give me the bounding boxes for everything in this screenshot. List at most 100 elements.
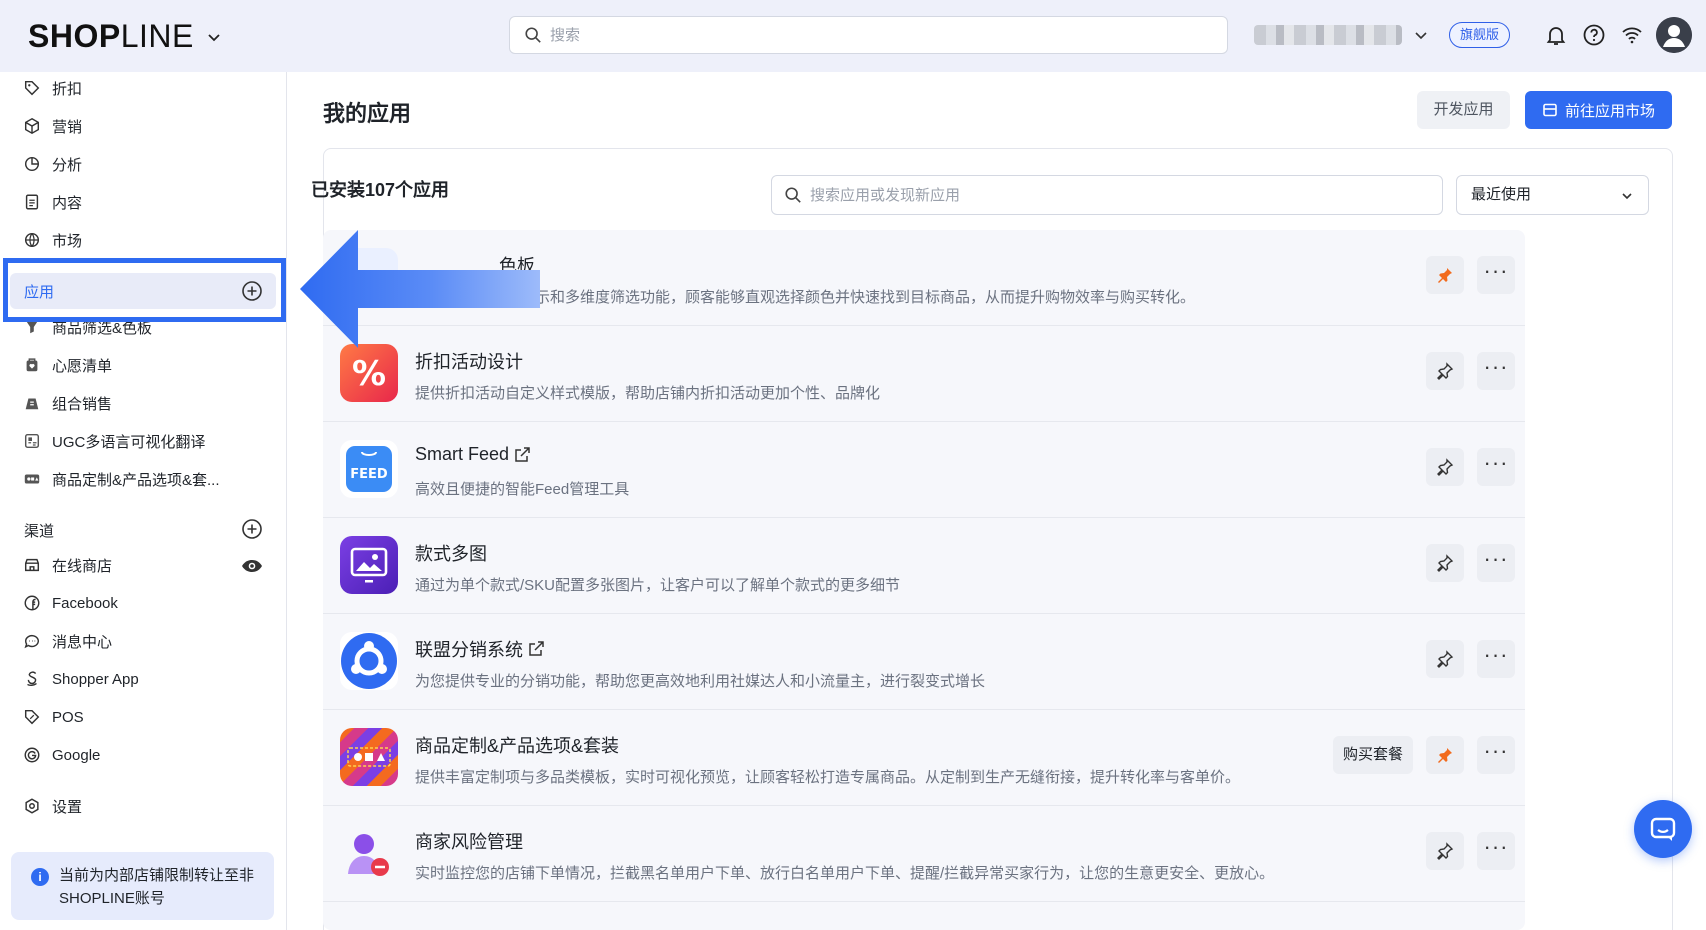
sidebar-item-marketing[interactable]: 营销 (22, 110, 82, 142)
cube-icon (22, 116, 42, 136)
plan-badge: 旗舰版 (1449, 22, 1511, 48)
sidebar-item-label: Shopper App (52, 670, 139, 688)
annotation-arrow-icon (300, 230, 540, 348)
store-icon (22, 555, 42, 575)
store-chevron-down-icon[interactable] (1413, 27, 1429, 43)
sidebar-item-label: 商品定制&产品选项&套... (52, 471, 220, 489)
pin-outline-icon (1437, 362, 1454, 380)
sidebar-item-label: Google (52, 746, 101, 764)
globe-icon (22, 230, 42, 250)
store-name-blurred[interactable] (1254, 25, 1402, 45)
notice-text: 当前为内部店铺限制转让至非SHOPLINE账号 (59, 867, 255, 907)
pin-button[interactable] (1426, 736, 1464, 774)
app-desc: 提供折扣活动自定义样式模版，帮助店铺内折扣活动更加个性、品牌化 (415, 385, 881, 402)
app-desc: 实时监控您的店铺下单情况，拦截黑名单用户下单、放行白名单用户下单、提醒/拦截异常… (415, 865, 1275, 882)
wifi-icon[interactable] (1620, 23, 1644, 47)
go-to-app-market-button[interactable]: 前往应用市场 (1525, 91, 1672, 129)
sidebar-item-analytics[interactable]: 分析 (22, 148, 82, 180)
user-avatar[interactable] (1656, 17, 1692, 53)
apps-highlight-box (3, 258, 286, 322)
app-row-risk-management[interactable]: 商家风险管理 实时监控您的店铺下单情况，拦截黑名单用户下单、放行白名单用户下单、… (323, 806, 1525, 902)
sidebar-item-label: Facebook (52, 594, 118, 612)
pin-button[interactable] (1426, 448, 1464, 486)
chat-support-button[interactable] (1634, 800, 1692, 858)
gear-icon (22, 796, 42, 816)
sidebar-channel-messages[interactable]: 消息中心 (22, 625, 112, 657)
pin-outline-icon (1437, 842, 1454, 860)
external-link-icon (529, 641, 544, 656)
pin-button[interactable] (1426, 640, 1464, 678)
sidebar-item-label: 分析 (52, 156, 83, 174)
shopper-app-icon (22, 669, 42, 689)
app-name-text: 联盟分销系统 (415, 640, 523, 660)
translate-app-icon (22, 431, 42, 451)
svg-text:%: % (352, 354, 386, 394)
app-row-smart-feed[interactable]: FEED Smart Feed 高效且便捷的智能Feed管理工具 ··· (323, 422, 1525, 518)
sidebar-channel-online-store[interactable]: 在线商店 (22, 549, 112, 581)
sidebar-item-label: 在线商店 (52, 557, 113, 575)
pin-button[interactable] (1426, 352, 1464, 390)
sidebar-channel-pos[interactable]: POS (22, 701, 84, 733)
global-search[interactable] (509, 16, 1228, 54)
add-channel-plus-icon[interactable] (241, 518, 263, 540)
more-options-button[interactable]: ··· (1477, 544, 1515, 582)
bell-icon[interactable] (1544, 23, 1568, 47)
sidebar-app-bundle[interactable]: 组合销售 (22, 387, 112, 419)
pin-button[interactable] (1426, 832, 1464, 870)
feed-icon-text: FEED (350, 467, 388, 482)
app-name: 商家风险管理 (415, 832, 523, 852)
sidebar-item-label: 内容 (52, 194, 83, 212)
buy-plan-button[interactable]: 购买套餐 (1333, 736, 1413, 774)
sidebar-item-label: 心愿清单 (52, 357, 113, 375)
sidebar-item-discount[interactable]: 折扣 (22, 72, 82, 104)
app-desc: 高效且便捷的智能Feed管理工具 (415, 481, 630, 498)
more-options-button[interactable]: ··· (1477, 448, 1515, 486)
pin-button[interactable] (1426, 544, 1464, 582)
sidebar-item-label: 组合销售 (52, 395, 113, 413)
go-to-app-market-label: 前往应用市场 (1564, 102, 1655, 120)
more-options-button[interactable]: ··· (1477, 736, 1515, 774)
app-row-multi-image[interactable]: 款式多图 通过为单个款式/SKU配置多张图片，让客户可以了解单个款式的更多细节 … (323, 518, 1525, 614)
user-icon (1656, 17, 1692, 53)
external-link-icon (515, 446, 530, 462)
tag-icon (22, 78, 42, 98)
more-options-button[interactable]: ··· (1477, 832, 1515, 870)
bundle-app-icon (22, 393, 42, 413)
sidebar-item-label: 市场 (52, 232, 83, 250)
app-desc: 提供丰富定制项与多品类模板，实时可视化预览，让顾客轻松打造专属商品。从定制到生产… (415, 769, 1241, 786)
app-name: 联盟分销系统 (415, 636, 545, 662)
app-name-text: Smart Feed (415, 444, 510, 464)
app-search[interactable] (771, 175, 1443, 215)
facebook-icon (22, 593, 42, 613)
sidebar-item-settings[interactable]: 设置 (22, 790, 82, 822)
sidebar-item-market[interactable]: 市场 (22, 224, 82, 256)
app-row-affiliate[interactable]: 联盟分销系统 为您提供专业的分销功能，帮助您更高效地利用社媒达人和小流量主，进行… (323, 614, 1525, 710)
sidebar-channel-facebook[interactable]: Facebook (22, 587, 118, 619)
app-row-customization[interactable]: 商品定制&产品选项&套装 提供丰富定制项与多品类模板，实时可视化预览，让顾客轻松… (323, 710, 1525, 806)
search-icon (525, 27, 541, 43)
eye-icon[interactable] (241, 559, 263, 573)
develop-app-button[interactable]: 开发应用 (1417, 91, 1510, 129)
pin-outline-icon (1437, 650, 1454, 668)
chevron-down-icon[interactable] (206, 29, 222, 45)
sidebar-app-wishlist[interactable]: 心愿清单 (22, 349, 112, 381)
more-options-button[interactable]: ··· (1477, 352, 1515, 390)
sidebar-channel-shopper-app[interactable]: Shopper App (22, 663, 139, 695)
sort-select[interactable]: 最近使用 (1456, 175, 1649, 215)
affiliate-app-icon (340, 632, 398, 690)
shopline-logo[interactable]: SHOP LINE (28, 18, 222, 55)
store-transfer-notice: i 当前为内部店铺限制转让至非SHOPLINE账号 (11, 852, 274, 920)
help-icon[interactable] (1582, 23, 1606, 47)
sidebar-app-customization[interactable]: 商品定制&产品选项&套... (22, 463, 220, 495)
sidebar-item-content[interactable]: 内容 (22, 186, 82, 218)
main-content: 我的应用 开发应用 前往应用市场 已安装107个应用 最近使用 色板 通过可视化… (287, 72, 1706, 930)
more-options-button[interactable]: ··· (1477, 640, 1515, 678)
sidebar-app-ugc-translate[interactable]: UGC多语言可视化翻译 (22, 425, 205, 457)
sidebar-channel-google[interactable]: Google (22, 739, 100, 771)
more-options-button[interactable]: ··· (1477, 256, 1515, 294)
installed-count: 已安装107个应用 (311, 180, 450, 200)
sidebar-item-label: 营销 (52, 118, 83, 136)
pin-button[interactable] (1426, 256, 1464, 294)
global-search-input[interactable] (550, 26, 1190, 44)
app-search-input[interactable] (810, 186, 1410, 204)
